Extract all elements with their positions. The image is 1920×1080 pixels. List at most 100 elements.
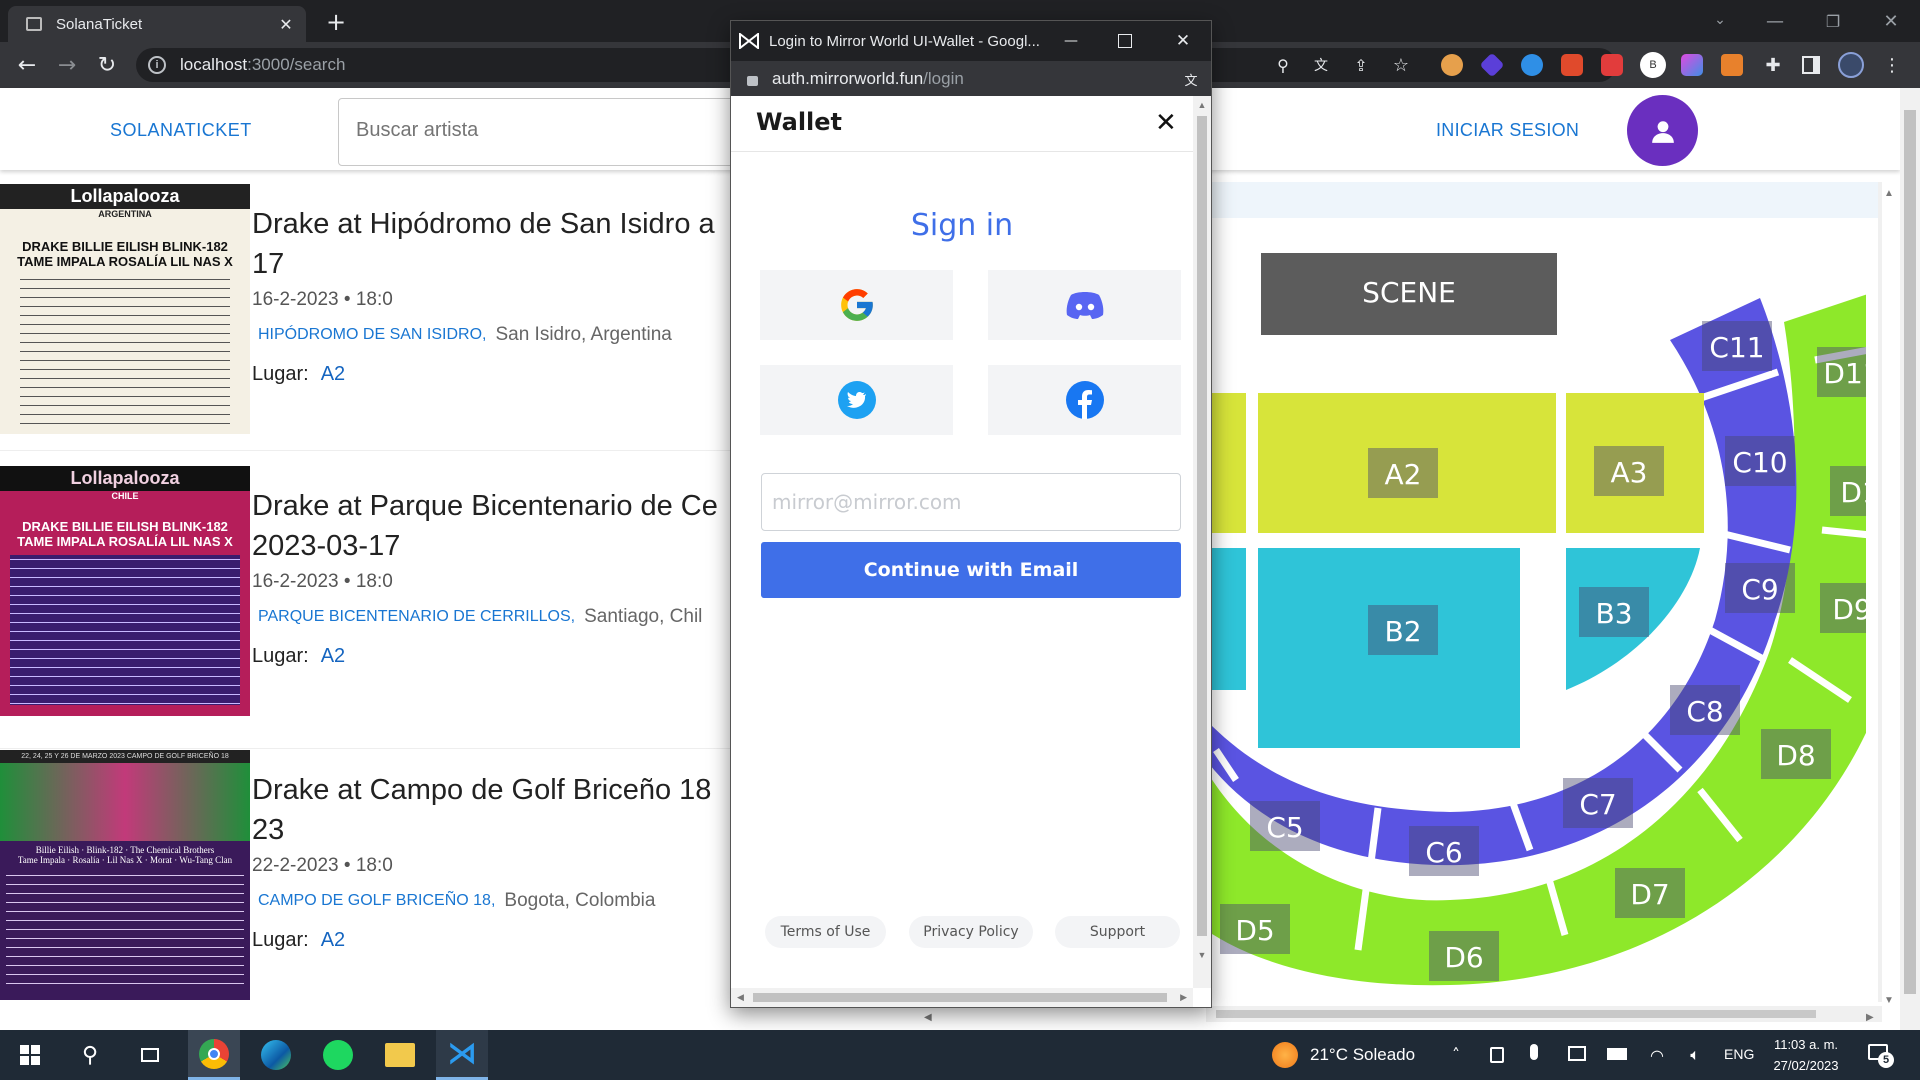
extension-6-icon[interactable]: B bbox=[1640, 52, 1666, 78]
poster-lineup-2: TAME IMPALA ROSALÍA LIL NAS X bbox=[17, 534, 233, 549]
metamask-icon[interactable] bbox=[1721, 54, 1743, 76]
tab-solanaticket[interactable]: SolanaTicket ✕ bbox=[8, 6, 306, 42]
microphone-icon[interactable] bbox=[1530, 1044, 1538, 1060]
map-horizontal-scrollbar[interactable] bbox=[1206, 1006, 1882, 1022]
stadium-map[interactable]: SCENE A2 A3 B2 B3 C5 C6 C7 C8 C9 C10 C11 bbox=[1206, 218, 1866, 998]
popup-scroll-right-icon[interactable]: ▶ bbox=[1180, 992, 1187, 1003]
volume-icon[interactable]: 🔈︎ bbox=[1684, 1044, 1706, 1066]
battery-icon[interactable] bbox=[1607, 1048, 1627, 1060]
popup-scroll-down-icon[interactable]: ▼ bbox=[1193, 950, 1211, 960]
search-artist-input[interactable]: Buscar artista bbox=[338, 98, 758, 166]
discord-login-button[interactable] bbox=[988, 270, 1181, 340]
location-icon[interactable]: ⚲ bbox=[1272, 54, 1294, 76]
map-scroll-up-icon[interactable]: ▲ bbox=[1884, 188, 1894, 199]
language-indicator[interactable]: ENG bbox=[1724, 1046, 1754, 1062]
seat-link[interactable]: A2 bbox=[321, 929, 345, 951]
popup-translate-icon[interactable]: 文 bbox=[1181, 69, 1201, 89]
weather-widget[interactable]: 21°C Soleado bbox=[1272, 1042, 1415, 1068]
notification-center-button[interactable]: 5 bbox=[1866, 1042, 1894, 1068]
edge-taskbar-app[interactable] bbox=[250, 1030, 302, 1080]
extension-4-icon[interactable] bbox=[1561, 54, 1583, 76]
continue-email-button[interactable]: Continue with Email bbox=[761, 542, 1181, 598]
event-card[interactable]: Lollapalooza CHILE DRAKE BILLIE EILISH B… bbox=[0, 464, 740, 718]
tray-window-icon[interactable] bbox=[1568, 1046, 1586, 1061]
tab-search-icon[interactable]: ⌄ bbox=[1708, 8, 1732, 32]
window-restore-icon[interactable]: ❐ bbox=[1818, 6, 1848, 36]
support-link[interactable]: Support bbox=[1055, 916, 1180, 948]
reload-icon[interactable]: ↻ bbox=[92, 50, 122, 80]
seat-link[interactable]: A2 bbox=[321, 645, 345, 667]
popup-scroll-thumb[interactable] bbox=[1197, 116, 1207, 936]
brand-link[interactable]: SOLANATICKET bbox=[110, 120, 252, 141]
start-button[interactable] bbox=[4, 1030, 56, 1080]
map-vertical-scrollbar[interactable] bbox=[1878, 182, 1882, 1002]
section-b1[interactable] bbox=[1206, 548, 1246, 690]
twitter-login-button[interactable] bbox=[760, 365, 953, 435]
event-title[interactable]: Drake at Hipódromo de San Isidro a 17 bbox=[252, 204, 740, 284]
wallet-close-icon[interactable]: ✕ bbox=[1155, 108, 1177, 138]
back-icon[interactable]: ← bbox=[12, 50, 42, 80]
extension-7-icon[interactable] bbox=[1681, 54, 1703, 76]
privacy-link[interactable]: Privacy Policy bbox=[909, 916, 1033, 948]
vscode-taskbar-app[interactable]: ⋊ bbox=[436, 1030, 488, 1080]
site-info-icon[interactable]: i bbox=[148, 56, 166, 74]
event-title[interactable]: Drake at Parque Bicentenario de Ce 2023-… bbox=[252, 486, 740, 566]
wifi-icon[interactable]: ◠ bbox=[1646, 1044, 1668, 1066]
event-poster-image[interactable]: Lollapalooza ARGENTINA DRAKE BILLIE EILI… bbox=[0, 184, 250, 434]
window-minimize-icon[interactable]: — bbox=[1760, 6, 1790, 36]
window-close-icon[interactable]: ✕ bbox=[1876, 6, 1906, 36]
task-view-button[interactable] bbox=[124, 1030, 176, 1080]
extensions-puzzle-icon[interactable]: ✚ bbox=[1760, 52, 1786, 78]
google-login-button[interactable] bbox=[760, 270, 953, 340]
event-poster-image[interactable]: 22, 24, 25 Y 26 DE MARZO 2023 CAMPO DE G… bbox=[0, 750, 250, 1000]
facebook-login-button[interactable] bbox=[988, 365, 1181, 435]
bookmark-star-icon[interactable]: ☆ bbox=[1390, 54, 1412, 76]
map-scroll-left-icon[interactable]: ◀ bbox=[924, 1012, 932, 1023]
venue-link[interactable]: CAMPO DE GOLF BRICEÑO 18, bbox=[258, 892, 495, 910]
popup-scroll-left-icon[interactable]: ◀ bbox=[737, 992, 744, 1003]
tray-chevron-icon[interactable]: ˄ bbox=[1446, 1044, 1466, 1064]
clock-time: 11:03 a. m. bbox=[1773, 1037, 1839, 1052]
translate-icon[interactable]: 文 bbox=[1310, 54, 1332, 76]
email-input[interactable]: mirror@mirror.com bbox=[761, 473, 1181, 531]
map-scroll-right-icon[interactable]: ▶ bbox=[1866, 1012, 1874, 1023]
section-a1[interactable] bbox=[1206, 393, 1246, 533]
event-title[interactable]: Drake at Campo de Golf Briceño 18 23 bbox=[252, 770, 740, 850]
popup-maximize-icon[interactable] bbox=[1118, 34, 1132, 48]
popup-vertical-scrollbar[interactable]: ▲ ▼ bbox=[1193, 96, 1211, 988]
extension-5-icon[interactable] bbox=[1601, 54, 1623, 76]
forward-icon[interactable]: → bbox=[52, 50, 82, 80]
event-card[interactable]: 22, 24, 25 Y 26 DE MARZO 2023 CAMPO DE G… bbox=[0, 750, 740, 1004]
chrome-taskbar-app[interactable] bbox=[188, 1030, 240, 1080]
popup-close-icon[interactable]: ✕ bbox=[1171, 29, 1195, 53]
map-scroll-thumb[interactable] bbox=[1216, 1010, 1816, 1018]
event-poster-image[interactable]: Lollapalooza CHILE DRAKE BILLIE EILISH B… bbox=[0, 466, 250, 716]
new-tab-icon[interactable]: + bbox=[322, 8, 350, 36]
event-card[interactable]: Lollapalooza ARGENTINA DRAKE BILLIE EILI… bbox=[0, 180, 740, 434]
popup-scroll-up-icon[interactable]: ▲ bbox=[1193, 100, 1211, 110]
share-icon[interactable]: ⇪ bbox=[1350, 54, 1372, 76]
search-taskbar-button[interactable]: ⚲ bbox=[64, 1030, 116, 1080]
extension-3-icon[interactable] bbox=[1521, 54, 1543, 76]
explorer-taskbar-app[interactable] bbox=[374, 1030, 426, 1080]
tray-device-icon[interactable] bbox=[1490, 1047, 1504, 1063]
chrome-menu-icon[interactable]: ⋮ bbox=[1882, 52, 1902, 78]
extension-1-icon[interactable] bbox=[1441, 54, 1463, 76]
popup-horizontal-scrollbar[interactable]: ◀ ▶ bbox=[731, 988, 1193, 1007]
spotify-taskbar-app[interactable] bbox=[312, 1030, 364, 1080]
map-scroll-down-icon[interactable]: ▼ bbox=[1884, 995, 1894, 1006]
page-vertical-scrollbar[interactable] bbox=[1900, 88, 1920, 1030]
popup-minimize-icon[interactable]: — bbox=[1059, 29, 1083, 53]
popup-hscroll-thumb[interactable] bbox=[753, 993, 1167, 1002]
page-scroll-thumb[interactable] bbox=[1904, 110, 1916, 994]
profile-avatar-icon[interactable] bbox=[1838, 52, 1864, 78]
side-panel-icon[interactable] bbox=[1802, 56, 1820, 74]
login-link[interactable]: INICIAR SESION bbox=[1436, 120, 1579, 141]
venue-link[interactable]: HIPÓDROMO DE SAN ISIDRO, bbox=[258, 326, 486, 344]
terms-link[interactable]: Terms of Use bbox=[765, 916, 886, 948]
venue-link[interactable]: PARQUE BICENTENARIO DE CERRILLOS, bbox=[258, 608, 575, 626]
user-avatar-button[interactable] bbox=[1627, 95, 1698, 166]
clock[interactable]: 11:03 a. m. 27/02/2023 bbox=[1770, 1034, 1842, 1076]
tab-close-icon[interactable]: ✕ bbox=[276, 14, 296, 34]
seat-link[interactable]: A2 bbox=[321, 363, 345, 385]
